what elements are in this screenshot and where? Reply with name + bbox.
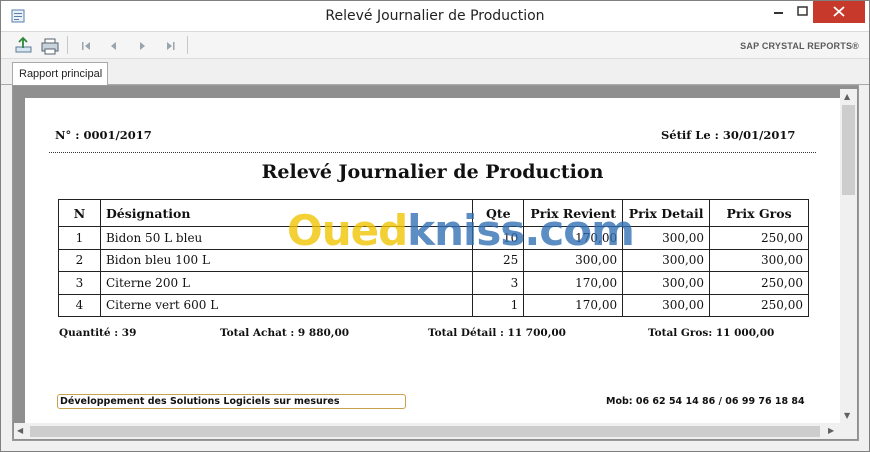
- column-header: Prix Detail: [622, 199, 711, 227]
- vertical-scroll-thumb[interactable]: [842, 105, 855, 195]
- footer-company-note: Développement des Solutions Logiciels su…: [57, 394, 406, 409]
- previous-page-button[interactable]: [102, 35, 124, 57]
- scroll-left-icon[interactable]: ◀: [17, 426, 23, 436]
- maximize-icon: [797, 6, 808, 16]
- scrollbar-corner: [840, 423, 857, 439]
- cell-prix-detail: 300,00: [622, 248, 711, 272]
- report-number: N° : 0001/2017: [55, 128, 152, 142]
- close-button[interactable]: [813, 1, 865, 23]
- tab-bar: Rapport principal: [1, 59, 869, 86]
- total-gros: Total Gros: 11 000,00: [648, 327, 775, 339]
- cell-prix-gros: 250,00: [709, 293, 809, 317]
- watermark-part: .com: [524, 206, 634, 255]
- previous-page-icon: [111, 42, 116, 50]
- footer-phone: Mob: 06 62 54 14 86 / 06 99 76 18 84: [606, 396, 805, 407]
- header-divider: [49, 152, 816, 153]
- watermark-logo: Ouedkniss.com: [287, 206, 635, 255]
- next-page-button[interactable]: [131, 35, 153, 57]
- table-row: 3 Citerne 200 L 3 170,00 300,00 250,00: [58, 271, 809, 295]
- table-row: 4 Citerne vert 600 L 1 170,00 300,00 250…: [58, 293, 809, 317]
- next-page-icon: [140, 42, 145, 50]
- cell-designation: Citerne vert 600 L: [99, 293, 474, 317]
- export-icon: [15, 36, 32, 53]
- report-date: Sétif Le : 30/01/2017: [661, 128, 796, 142]
- cell-n: 2: [58, 248, 101, 272]
- last-page-icon: [167, 42, 175, 50]
- toolbar-separator: [67, 36, 68, 54]
- window-title: Relevé Journalier de Production: [325, 8, 545, 24]
- cell-prix-detail: 300,00: [622, 271, 711, 295]
- total-detail: Total Détail : 11 700,00: [428, 327, 566, 339]
- scroll-down-icon[interactable]: ▼: [844, 411, 850, 421]
- scroll-up-icon[interactable]: ▲: [844, 92, 850, 102]
- cell-designation: Citerne 200 L: [99, 271, 474, 295]
- last-page-button[interactable]: [159, 35, 181, 57]
- cell-qte: 3: [472, 271, 525, 295]
- tab-rapport-principal[interactable]: Rapport principal: [12, 62, 108, 86]
- cell-prix-gros: 300,00: [709, 248, 809, 272]
- cell-qte: 1: [472, 293, 525, 317]
- crystal-reports-brand: SAP CRYSTAL REPORTS®: [740, 41, 859, 51]
- close-icon: [833, 6, 845, 17]
- vertical-scrollbar[interactable]: ▲ ▼: [840, 89, 857, 425]
- cell-prix-detail: 300,00: [622, 293, 711, 317]
- printer-icon: [41, 38, 59, 55]
- total-quantite: Quantité : 39: [59, 327, 137, 339]
- report-window: Relevé Journalier de Production SAP CRYS…: [0, 0, 870, 452]
- column-header: Prix Gros: [709, 199, 809, 227]
- total-achat: Total Achat : 9 880,00: [220, 327, 350, 339]
- cell-prix-gros: 250,00: [709, 226, 809, 250]
- scroll-right-icon[interactable]: ▶: [828, 426, 834, 436]
- cell-n: 1: [58, 226, 101, 250]
- export-button[interactable]: [13, 35, 35, 57]
- watermark-part: Oued: [287, 206, 408, 255]
- watermark-part: kniss: [407, 206, 525, 255]
- report-title: Relevé Journalier de Production: [261, 161, 604, 183]
- first-page-icon: [82, 42, 90, 50]
- cell-prix-revient: 170,00: [523, 293, 624, 317]
- minimize-button[interactable]: [765, 1, 793, 23]
- report-page: N° : 0001/2017 Sétif Le : 30/01/2017 Rel…: [25, 98, 840, 423]
- cell-prix-detail: 300,00: [622, 226, 711, 250]
- cell-n: 3: [58, 271, 101, 295]
- minimize-icon: [774, 12, 783, 14]
- toolbar: SAP CRYSTAL REPORTS®: [1, 32, 869, 59]
- horizontal-scroll-thumb[interactable]: [30, 426, 820, 437]
- print-button[interactable]: [39, 35, 61, 57]
- horizontal-scrollbar[interactable]: ◀ ▶: [14, 423, 840, 439]
- cell-n: 4: [58, 293, 101, 317]
- column-header: N: [58, 199, 101, 227]
- cell-prix-gros: 250,00: [709, 271, 809, 295]
- toolbar-separator: [187, 36, 188, 54]
- cell-prix-revient: 170,00: [523, 271, 624, 295]
- first-page-button[interactable]: [75, 35, 97, 57]
- title-bar: Relevé Journalier de Production: [1, 1, 869, 32]
